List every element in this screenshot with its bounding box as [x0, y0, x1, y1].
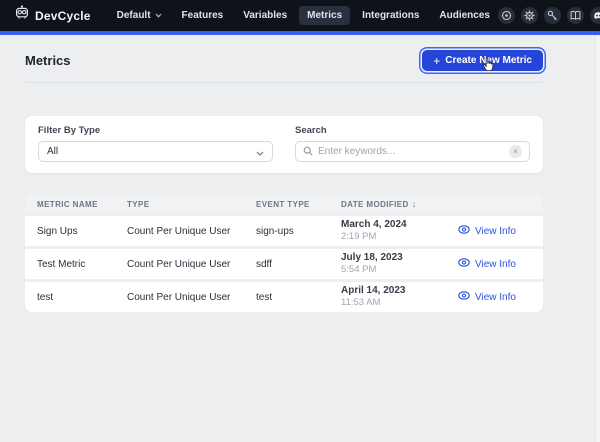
search-group: Search × [295, 125, 530, 162]
filter-by-type-label: Filter By Type [38, 125, 273, 136]
nav-item-variables[interactable]: Variables [235, 6, 295, 25]
type-cell: Count Per Unique User [127, 292, 256, 303]
date-modified-cell: March 4, 2024 2:19 PM [341, 219, 458, 243]
devcycle-logo[interactable]: DevCycle [14, 5, 91, 26]
clear-search-icon[interactable]: × [509, 145, 522, 158]
metric-name-cell: Sign Ups [25, 226, 127, 237]
date-modified-cell: July 18, 2023 5:54 PM [341, 252, 458, 276]
type-filter-select[interactable]: All [38, 141, 273, 162]
nav-item-audiences[interactable]: Audiences [431, 6, 498, 25]
type-filter-value: All [47, 146, 58, 157]
topbar-actions [498, 7, 600, 25]
column-header-type[interactable]: Type [127, 200, 256, 209]
primary-nav: Default Features Variables Metrics Integ… [109, 6, 498, 25]
date-modified-cell: April 14, 2023 11:53 AM [341, 285, 458, 309]
metric-name-cell: Test Metric [25, 259, 127, 270]
eye-icon [458, 258, 470, 270]
create-new-metric-button[interactable]: + Create New Metric [422, 50, 543, 71]
type-cell: Count Per Unique User [127, 226, 256, 237]
project-selector-dropdown[interactable]: Default [109, 6, 170, 25]
main-content: Metrics + Create New Metric Filter By Ty… [0, 35, 600, 312]
search-input[interactable] [318, 146, 504, 157]
event-type-cell: sign-ups [256, 226, 341, 237]
filter-by-type-group: Filter By Type All [38, 125, 273, 162]
chevron-down-icon [155, 10, 162, 21]
key-icon[interactable] [544, 7, 561, 24]
book-icon[interactable] [567, 7, 584, 24]
event-type-cell: test [256, 292, 341, 303]
chevron-down-icon [256, 143, 264, 161]
table-header-row: Metric Name Type Event Type Date Modifie… [25, 194, 543, 214]
discord-icon[interactable] [590, 7, 600, 24]
search-label: Search [295, 125, 530, 136]
table-row[interactable]: test Count Per Unique User test April 14… [25, 282, 543, 312]
eye-icon [458, 225, 470, 237]
gear-icon[interactable] [521, 7, 538, 24]
view-info-link[interactable]: View Info [458, 258, 543, 270]
target-icon[interactable] [498, 7, 515, 24]
column-header-date-modified[interactable]: Date Modified ↓ [341, 199, 458, 209]
metrics-table: Metric Name Type Event Type Date Modifie… [25, 194, 543, 312]
nav-item-integrations[interactable]: Integrations [354, 6, 427, 25]
sort-descending-icon: ↓ [412, 199, 417, 209]
view-info-link[interactable]: View Info [458, 291, 543, 303]
event-type-cell: sdff [256, 259, 341, 270]
page-header: Metrics + Create New Metric [25, 35, 543, 83]
table-row[interactable]: Sign Ups Count Per Unique User sign-ups … [25, 216, 543, 246]
eye-icon [458, 291, 470, 303]
search-icon [303, 143, 313, 161]
metric-name-cell: test [25, 292, 127, 303]
plus-icon: + [433, 56, 440, 66]
search-box: × [295, 141, 530, 162]
robot-logo-icon [14, 5, 30, 26]
nav-item-metrics[interactable]: Metrics [299, 6, 350, 25]
nav-item-features[interactable]: Features [174, 6, 232, 25]
column-header-metric-name[interactable]: Metric Name [25, 200, 127, 209]
type-cell: Count Per Unique User [127, 259, 256, 270]
table-row[interactable]: Test Metric Count Per Unique User sdff J… [25, 249, 543, 279]
page-title: Metrics [25, 53, 71, 68]
column-header-event-type[interactable]: Event Type [256, 200, 341, 209]
view-info-link[interactable]: View Info [458, 225, 543, 237]
brand-name: DevCycle [35, 9, 91, 23]
filter-card: Filter By Type All Search × [25, 116, 543, 173]
top-navigation-bar: DevCycle Default Features Variables Metr… [0, 0, 600, 31]
